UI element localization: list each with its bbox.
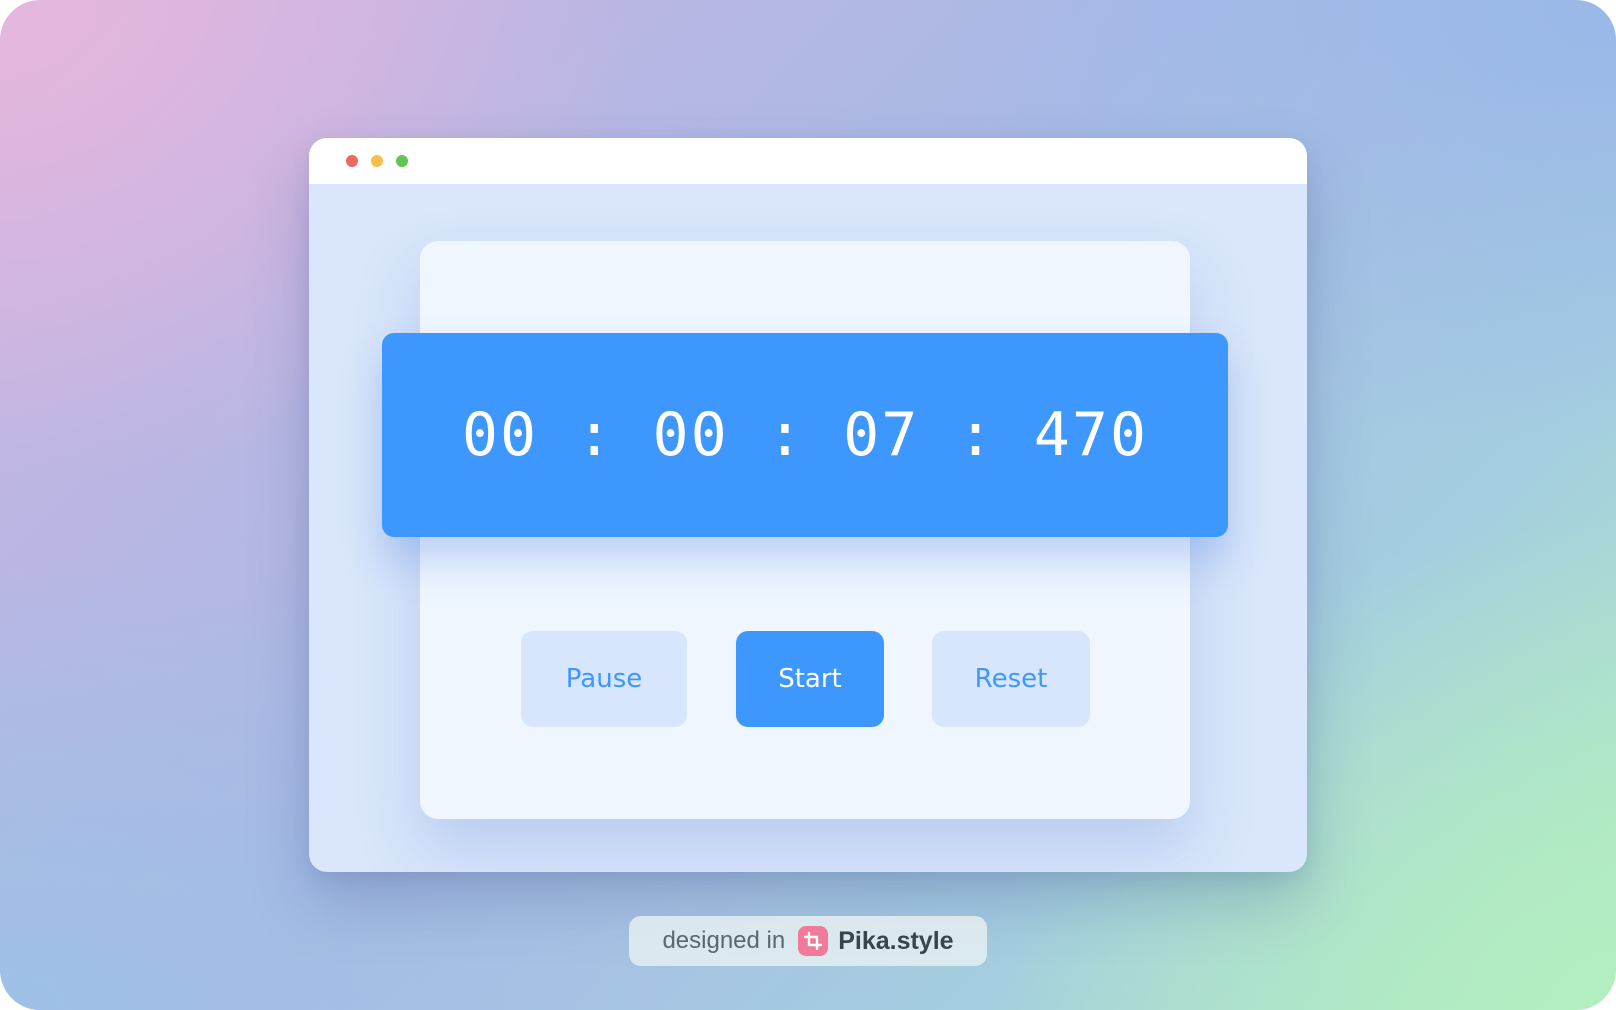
minimize-window-button[interactable] (371, 155, 383, 167)
badge-prefix: designed in (662, 927, 786, 954)
reset-button[interactable]: Reset (932, 631, 1090, 727)
designed-in-badge[interactable]: designed in Pika.style (629, 916, 987, 966)
start-button[interactable]: Start (736, 631, 884, 727)
window-titlebar (309, 138, 1307, 184)
elapsed-time: 00 : 00 : 07 : 470 (461, 400, 1149, 470)
app-window: 00 : 00 : 07 : 470 Pause Start Reset (309, 138, 1307, 872)
stopwatch-display: 00 : 00 : 07 : 470 (382, 333, 1228, 537)
pause-button[interactable]: Pause (521, 631, 687, 727)
crop-icon (798, 926, 829, 956)
background-canvas: 00 : 00 : 07 : 470 Pause Start Reset des… (0, 0, 1616, 1010)
badge-brand: Pika.style (838, 926, 954, 955)
maximize-window-button[interactable] (396, 155, 408, 167)
close-window-button[interactable] (346, 155, 358, 167)
